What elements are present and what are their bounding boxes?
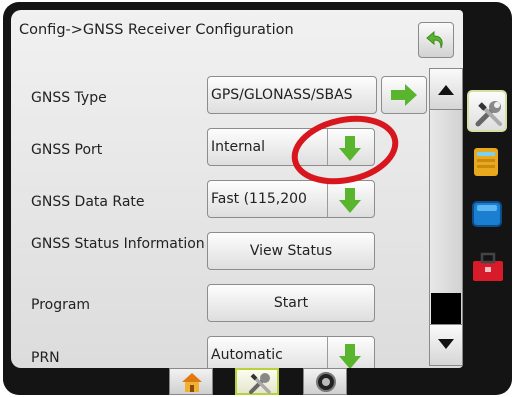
- down-arrow-icon: [339, 136, 361, 161]
- prn-dropdown-arrow[interactable]: [327, 337, 374, 368]
- gnss-type-value: GPS/GLONASS/SBAS: [211, 87, 353, 103]
- gnss-data-rate-value: Fast (115,200: [211, 191, 307, 207]
- gnss-port-label: GNSS Port: [31, 142, 103, 158]
- display-icon: [472, 201, 502, 227]
- scroll-thumb[interactable]: [431, 293, 461, 327]
- gnss-port-value: Internal: [211, 139, 265, 155]
- triangle-down-icon: [438, 339, 454, 349]
- triangle-up-icon: [438, 85, 454, 95]
- prn-label: PRN: [31, 350, 60, 366]
- tab-home[interactable]: [169, 368, 213, 395]
- side-tab-tools[interactable]: [467, 90, 507, 132]
- tools-icon: [249, 373, 271, 394]
- gnss-port-dropdown-arrow[interactable]: [327, 129, 374, 165]
- scrollbar[interactable]: [429, 68, 463, 366]
- toolbox-icon: [473, 252, 503, 281]
- gauge-icon: [316, 372, 336, 392]
- back-button[interactable]: [418, 22, 454, 58]
- home-icon: [182, 373, 202, 392]
- side-tab-console[interactable]: [467, 140, 507, 182]
- side-tab-toolbox[interactable]: [467, 246, 507, 288]
- gnss-port-dropdown[interactable]: Internal: [207, 128, 375, 166]
- gnss-status-label: GNSS Status Information: [31, 236, 205, 252]
- page-title: Config->GNSS Receiver Configuration: [19, 22, 294, 38]
- gnss-type-next-button[interactable]: [381, 76, 427, 114]
- gnss-type-label: GNSS Type: [31, 90, 107, 106]
- gnss-data-rate-dropdown[interactable]: Fast (115,200: [207, 180, 375, 218]
- prn-value: Automatic: [211, 347, 283, 363]
- main-panel: Config->GNSS Receiver Configuration GNSS…: [11, 10, 463, 368]
- side-tab-display[interactable]: [467, 192, 507, 234]
- bottom-tab-bar: [3, 368, 512, 395]
- device-frame: Config->GNSS Receiver Configuration GNSS…: [3, 2, 512, 395]
- scroll-up-button[interactable]: [430, 69, 462, 110]
- program-label: Program: [31, 297, 91, 313]
- tab-configuration[interactable]: [235, 368, 279, 395]
- program-start-label: Start: [273, 295, 309, 311]
- scroll-down-button[interactable]: [430, 324, 462, 365]
- right-arrow-icon: [391, 84, 417, 106]
- gnss-data-rate-dropdown-arrow[interactable]: [327, 181, 374, 217]
- tools-icon: [475, 101, 502, 127]
- view-status-label: View Status: [249, 243, 333, 259]
- back-arrow-icon: [426, 30, 443, 49]
- view-status-button[interactable]: View Status: [207, 232, 375, 270]
- prn-dropdown[interactable]: Automatic: [207, 336, 375, 368]
- tab-gauge[interactable]: [303, 368, 347, 395]
- gnss-type-field[interactable]: GPS/GLONASS/SBAS: [207, 76, 377, 114]
- gnss-data-rate-label: GNSS Data Rate: [31, 194, 145, 210]
- console-icon: [474, 148, 498, 176]
- down-arrow-icon: [339, 344, 361, 368]
- program-start-button[interactable]: Start: [207, 284, 375, 322]
- down-arrow-icon: [339, 188, 361, 213]
